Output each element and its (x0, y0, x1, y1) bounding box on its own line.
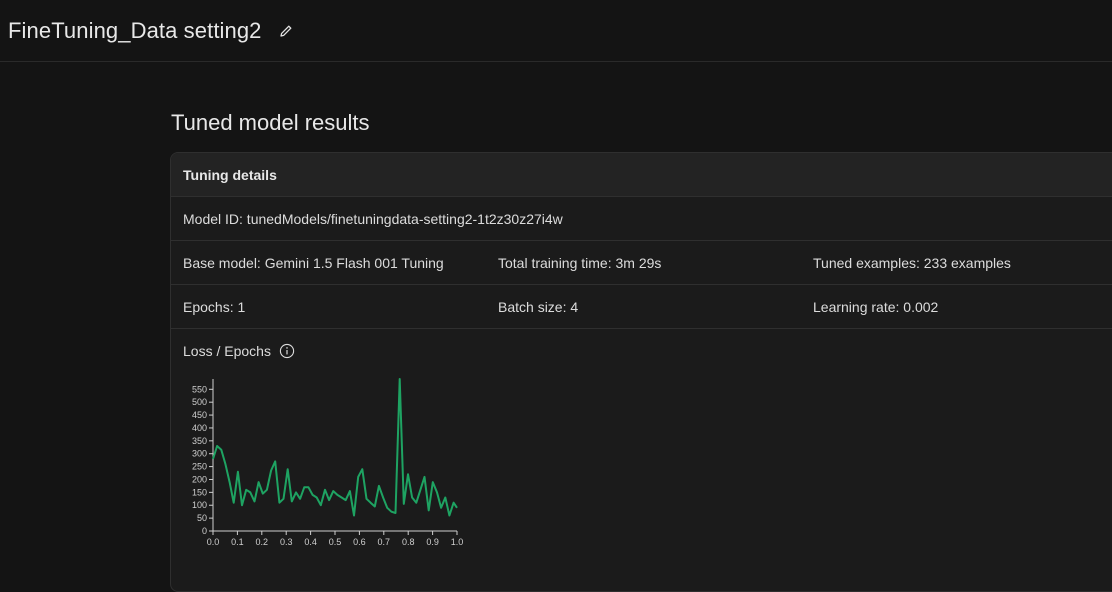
model-id-row: Model ID: tunedModels/finetuningdata-set… (171, 197, 1112, 241)
model-id: Model ID: tunedModels/finetuningdata-set… (183, 210, 563, 227)
x-tick-label: 0.0 (207, 537, 220, 547)
epochs: Epochs: 1 (183, 298, 246, 315)
learning-rate: Learning rate: 0.002 (813, 298, 939, 315)
x-tick-label: 0.2 (256, 537, 269, 547)
x-tick-label: 0.5 (329, 537, 342, 547)
y-tick-label: 50 (197, 513, 207, 523)
x-tick-label: 0.9 (426, 537, 439, 547)
training-time: Total training time: 3m 29s (498, 254, 662, 271)
x-tick-label: 0.6 (353, 537, 366, 547)
section-title: Tuned model results (171, 110, 370, 135)
x-tick-label: 0.1 (231, 537, 244, 547)
y-tick-label: 400 (192, 423, 207, 433)
batch-size: Batch size: 4 (498, 298, 579, 315)
x-tick-label: 0.8 (402, 537, 415, 547)
loss-series-line (212, 378, 458, 517)
x-tick-label: 1.0 (451, 537, 464, 547)
title-bar: FineTuning_Data setting2 (0, 0, 1112, 62)
tuned-examples: Tuned examples: 233 examples (813, 254, 1011, 271)
page-title: FineTuning_Data setting2 (8, 17, 262, 43)
tuning-details-card: Tuning details Model ID: tunedModels/fin… (170, 152, 1112, 592)
y-tick-label: 250 (192, 462, 207, 472)
loss-chart: 0 50 100 150 200 250 300 350 400 450 500 550 0.0 0.1 0… (192, 378, 464, 547)
y-tick-label: 200 (192, 474, 207, 484)
x-tick-label: 0.3 (280, 537, 293, 547)
chart-title: Loss / Epochs (183, 343, 271, 359)
y-tick-label: 0 (202, 526, 207, 536)
x-tick-label: 0.4 (304, 537, 317, 547)
x-tick-label: 0.7 (378, 537, 391, 547)
model-info-row: Base model: Gemini 1.5 Flash 001 Tuning … (171, 241, 1112, 285)
y-tick-label: 500 (192, 397, 207, 407)
y-tick-label: 150 (192, 487, 207, 497)
y-tick-label: 550 (192, 384, 207, 394)
loss-chart-section: Loss / Epochs 0 50 100 150 200 250 300 350 400 45… (171, 329, 1112, 547)
y-tick-label: 450 (192, 410, 207, 420)
card-header: Tuning details (171, 153, 1112, 197)
base-model: Base model: Gemini 1.5 Flash 001 Tuning (183, 254, 444, 271)
y-tick-label: 100 (192, 500, 207, 510)
info-icon[interactable] (279, 343, 295, 359)
pencil-icon[interactable] (278, 23, 294, 39)
hyperparams-row: Epochs: 1 Batch size: 4 Learning rate: 0… (171, 285, 1112, 329)
chart-label: Loss / Epochs (183, 343, 1107, 359)
y-tick-label: 300 (192, 449, 207, 459)
y-tick-label: 350 (192, 436, 207, 446)
